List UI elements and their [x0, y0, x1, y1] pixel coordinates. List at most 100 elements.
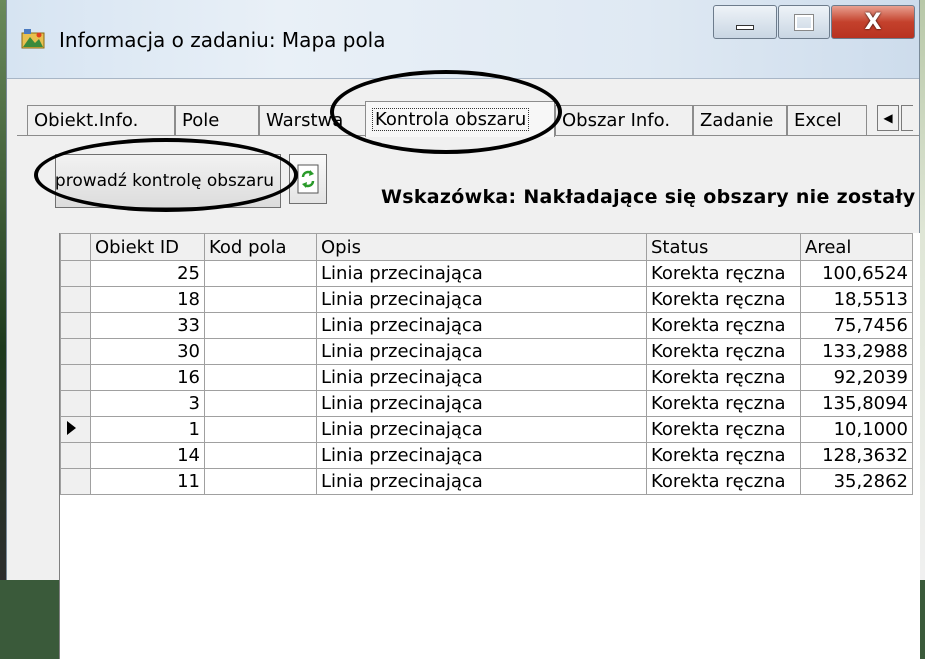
row-selector[interactable] [60, 312, 91, 339]
cell-kod-pola[interactable] [204, 260, 317, 287]
row-selector-header[interactable] [60, 233, 91, 261]
table-row-current[interactable]: 1 Linia przecinająca Korekta ręczna 10,1… [60, 416, 913, 443]
tab-pole[interactable]: Pole [175, 105, 259, 135]
cell-status[interactable]: Korekta ręczna [646, 260, 801, 287]
close-button[interactable]: X [831, 5, 915, 39]
tab-excel[interactable]: Excel [787, 105, 867, 135]
row-selector[interactable] [60, 416, 91, 443]
cell-opis[interactable]: Linia przecinająca [316, 442, 647, 469]
cell-areal[interactable]: 128,3632 [800, 442, 913, 469]
refresh-button[interactable] [289, 154, 327, 204]
title-bar[interactable]: Informacja o zadaniu: Mapa pola X [7, 0, 919, 79]
cell-obiekt-id[interactable]: 33 [90, 312, 205, 339]
cell-obiekt-id[interactable]: 3 [90, 390, 205, 417]
tab-scroll-left-button[interactable]: ◀ [877, 105, 899, 131]
tab-label: Kontrola obszaru [372, 108, 530, 131]
row-selector[interactable] [60, 338, 91, 365]
row-selector[interactable] [60, 260, 91, 287]
column-header-areal[interactable]: Areal [800, 233, 913, 261]
cell-obiekt-id[interactable]: 11 [90, 468, 205, 495]
task-info-window: Informacja o zadaniu: Mapa pola X Obiekt… [6, 0, 920, 659]
column-header-obiekt-id[interactable]: Obiekt ID [90, 233, 205, 261]
tab-kontrola-obszaru[interactable]: Kontrola obszaru [365, 101, 555, 137]
cell-opis[interactable]: Linia przecinająca [316, 468, 647, 495]
cell-obiekt-id[interactable]: 25 [90, 260, 205, 287]
table-row[interactable]: 11 Linia przecinająca Korekta ręczna 35,… [60, 468, 913, 495]
cell-status[interactable]: Korekta ręczna [646, 442, 801, 469]
tab-obszar-info[interactable]: Obszar Info. [555, 105, 693, 135]
table-row[interactable]: 33 Linia przecinająca Korekta ręczna 75,… [60, 312, 913, 339]
results-grid[interactable]: Obiekt ID Kod pola Opis Status Areal 25 … [59, 233, 920, 659]
cell-status[interactable]: Korekta ręczna [646, 364, 801, 391]
hint-text: Wskazówka: Nakładające się obszary nie z… [381, 186, 916, 208]
cell-areal[interactable]: 92,2039 [800, 364, 913, 391]
cell-obiekt-id[interactable]: 18 [90, 286, 205, 313]
tab-warstwa[interactable]: Warstwa [259, 105, 369, 135]
cell-kod-pola[interactable] [204, 468, 317, 495]
column-header-status[interactable]: Status [646, 233, 801, 261]
cell-status[interactable]: Korekta ręczna [646, 468, 801, 495]
cell-areal[interactable]: 10,1000 [800, 416, 913, 443]
cell-opis[interactable]: Linia przecinająca [316, 390, 647, 417]
cell-areal[interactable]: 75,7456 [800, 312, 913, 339]
cell-opis[interactable]: Linia przecinająca [316, 286, 647, 313]
cell-status[interactable]: Korekta ręczna [646, 338, 801, 365]
cell-opis[interactable]: Linia przecinająca [316, 338, 647, 365]
tab-strip: Obiekt.Info. Pole Warstwa Kontrola obsza… [27, 101, 919, 137]
row-selector[interactable] [60, 442, 91, 469]
table-row[interactable]: 3 Linia przecinająca Korekta ręczna 135,… [60, 390, 913, 417]
column-header-kod-pola[interactable]: Kod pola [204, 233, 317, 261]
cell-status[interactable]: Korekta ręczna [646, 312, 801, 339]
row-selector[interactable] [60, 468, 91, 495]
tab-obiekt-info[interactable]: Obiekt.Info. [27, 105, 175, 135]
table-row[interactable]: 14 Linia przecinająca Korekta ręczna 128… [60, 442, 913, 469]
cell-kod-pola[interactable] [204, 338, 317, 365]
minimize-button[interactable] [713, 5, 777, 39]
run-area-check-label: przeprowadź kontrolę obszaru [55, 171, 274, 191]
cell-obiekt-id[interactable]: 16 [90, 364, 205, 391]
cell-kod-pola[interactable] [204, 390, 317, 417]
row-selector[interactable] [60, 364, 91, 391]
cell-kod-pola[interactable] [204, 286, 317, 313]
maximize-button[interactable] [778, 5, 830, 39]
column-header-opis[interactable]: Opis [316, 233, 647, 261]
row-selector[interactable] [60, 390, 91, 417]
cell-areal[interactable]: 100,6524 [800, 260, 913, 287]
cell-status[interactable]: Korekta ręczna [646, 286, 801, 313]
window-title: Informacja o zadaniu: Mapa pola [59, 28, 386, 52]
cell-areal[interactable]: 135,8094 [800, 390, 913, 417]
cell-kod-pola[interactable] [204, 364, 317, 391]
tab-label: Excel [794, 110, 842, 131]
cell-kod-pola[interactable] [204, 442, 317, 469]
cell-areal[interactable]: 133,2988 [800, 338, 913, 365]
tab-label: Pole [182, 110, 220, 131]
app-icon [21, 29, 45, 49]
cell-opis[interactable]: Linia przecinająca [316, 312, 647, 339]
cell-kod-pola[interactable] [204, 312, 317, 339]
tab-label: Obiekt.Info. [34, 110, 139, 131]
current-row-indicator-icon [67, 421, 76, 435]
cell-status[interactable]: Korekta ręczna [646, 390, 801, 417]
table-row[interactable]: 25 Linia przecinająca Korekta ręczna 100… [60, 260, 913, 287]
row-selector[interactable] [60, 286, 91, 313]
cell-opis[interactable]: Linia przecinająca [316, 364, 647, 391]
cell-obiekt-id[interactable]: 1 [90, 416, 205, 443]
cell-status[interactable]: Korekta ręczna [646, 416, 801, 443]
cell-obiekt-id[interactable]: 30 [90, 338, 205, 365]
maximize-icon [795, 14, 813, 30]
table-row[interactable]: 16 Linia przecinająca Korekta ręczna 92,… [60, 364, 913, 391]
tab-zadanie[interactable]: Zadanie [693, 105, 787, 135]
minimize-icon [736, 24, 754, 30]
table-row[interactable]: 18 Linia przecinająca Korekta ręczna 18,… [60, 286, 913, 313]
tab-label: Obszar Info. [562, 110, 671, 131]
close-icon: X [864, 9, 882, 35]
cell-areal[interactable]: 35,2862 [800, 468, 913, 495]
cell-kod-pola[interactable] [204, 416, 317, 443]
table-row[interactable]: 30 Linia przecinająca Korekta ręczna 133… [60, 338, 913, 365]
run-area-check-button[interactable]: przeprowadź kontrolę obszaru [55, 154, 281, 208]
cell-opis[interactable]: Linia przecinająca [316, 416, 647, 443]
cell-areal[interactable]: 18,5513 [800, 286, 913, 313]
tab-scroll-right-button[interactable] [901, 105, 913, 131]
cell-obiekt-id[interactable]: 14 [90, 442, 205, 469]
cell-opis[interactable]: Linia przecinająca [316, 260, 647, 287]
